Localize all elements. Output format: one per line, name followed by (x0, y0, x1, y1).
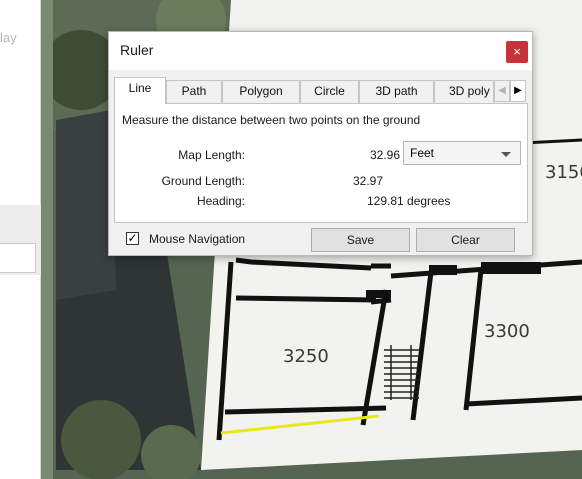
checkmark-icon: ✓ (127, 231, 138, 245)
room-label-3250: 3250 (283, 346, 329, 367)
dialog-titlebar[interactable]: Ruler × (109, 32, 532, 70)
tab-polygon[interactable]: Polygon (222, 80, 300, 103)
ruler-dialog: Ruler × Line Path Polygon Circle 3D path… (108, 31, 533, 256)
tab-scroll-left[interactable]: ◀ (494, 80, 510, 102)
tab-circle[interactable]: Circle (300, 80, 359, 103)
tab-line[interactable]: Line (114, 77, 166, 104)
chevron-down-icon (501, 152, 511, 157)
ground-length-value: 32.97 (352, 174, 383, 188)
heading-value: 129.81 degrees (367, 194, 451, 208)
close-button[interactable]: × (506, 41, 528, 63)
heading-label: Heading: (196, 194, 245, 208)
map-length-label: Map Length: (178, 148, 245, 162)
dialog-footer: ✓ Mouse Navigation Save Clear (109, 223, 532, 255)
unit-select[interactable]: Feet (403, 141, 521, 165)
tab-bar: Line Path Polygon Circle 3D path 3D poly… (114, 77, 528, 104)
line-tab-panel: Measure the distance between two points … (114, 103, 528, 223)
close-icon: × (513, 44, 521, 59)
tab-3d-path[interactable]: 3D path (359, 80, 434, 103)
room-label-3300: 3300 (484, 321, 530, 342)
chevron-left-icon: ◀ (498, 85, 506, 96)
tab-path[interactable]: Path (166, 80, 222, 103)
ground-length-label: Ground Length: (161, 174, 245, 188)
tab-3d-polygon[interactable]: 3D poly (434, 80, 494, 103)
mouse-navigation-label[interactable]: Mouse Navigation (149, 232, 245, 246)
measure-description: Measure the distance between two points … (122, 113, 421, 127)
left-panel-partial-button[interactable] (0, 243, 36, 273)
save-button[interactable]: Save (311, 228, 410, 252)
map-length-value: 32.96 (369, 148, 400, 162)
clear-button[interactable]: Clear (416, 228, 515, 252)
left-side-panel: lay (0, 0, 41, 479)
dialog-title: Ruler (120, 42, 154, 58)
save-button-label: Save (346, 233, 375, 247)
tab-scroll-right[interactable]: ▶ (510, 80, 526, 102)
mouse-navigation-checkbox[interactable]: ✓ (126, 232, 139, 245)
chevron-right-icon: ▶ (514, 85, 522, 96)
clear-button-label: Clear (451, 233, 480, 247)
left-panel-partial-text: lay (0, 30, 17, 45)
room-label-3150: 3150 (545, 162, 582, 183)
unit-select-value: Feet (410, 146, 435, 160)
